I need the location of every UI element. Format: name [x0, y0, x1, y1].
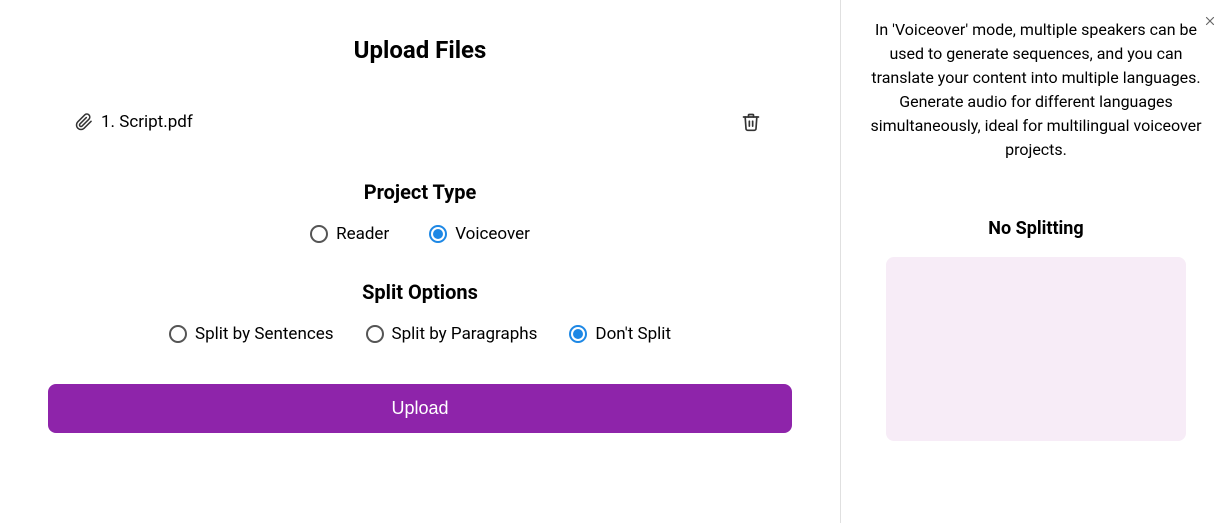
file-name: 1. Script.pdf [101, 112, 193, 132]
radio-icon [366, 325, 384, 343]
delete-file-button[interactable] [737, 108, 765, 136]
radio-icon [310, 225, 328, 243]
radio-icon [169, 325, 187, 343]
radio-label: Voiceover [455, 224, 530, 244]
page-title: Upload Files [35, 36, 805, 64]
radio-label: Don't Split [595, 324, 671, 344]
radio-dont-split[interactable]: Don't Split [569, 324, 671, 344]
radio-label: Reader [336, 224, 389, 244]
close-icon[interactable] [1203, 14, 1217, 32]
split-options-heading: Split Options [35, 280, 805, 304]
project-type-heading: Project Type [35, 180, 805, 204]
voiceover-description: In 'Voiceover' mode, multiple speakers c… [861, 18, 1211, 162]
radio-label: Split by Paragraphs [392, 324, 538, 344]
paperclip-icon [75, 113, 93, 131]
radio-icon [429, 225, 447, 243]
radio-split-sentences[interactable]: Split by Sentences [169, 324, 334, 344]
radio-split-paragraphs[interactable]: Split by Paragraphs [366, 324, 538, 344]
radio-voiceover[interactable]: Voiceover [429, 224, 530, 244]
radio-icon [569, 325, 587, 343]
file-row: 1. Script.pdf [35, 100, 805, 144]
split-options-group: Split by Sentences Split by Paragraphs D… [35, 324, 805, 344]
project-type-group: Reader Voiceover [35, 224, 805, 244]
preview-thumbnail [886, 257, 1186, 441]
no-splitting-heading: No Splitting [861, 218, 1211, 239]
side-panel: In 'Voiceover' mode, multiple speakers c… [841, 0, 1231, 523]
radio-reader[interactable]: Reader [310, 224, 389, 244]
main-panel: Upload Files 1. Script.pdf Project Type … [0, 0, 841, 523]
upload-button[interactable]: Upload [48, 384, 792, 433]
radio-label: Split by Sentences [195, 324, 334, 344]
